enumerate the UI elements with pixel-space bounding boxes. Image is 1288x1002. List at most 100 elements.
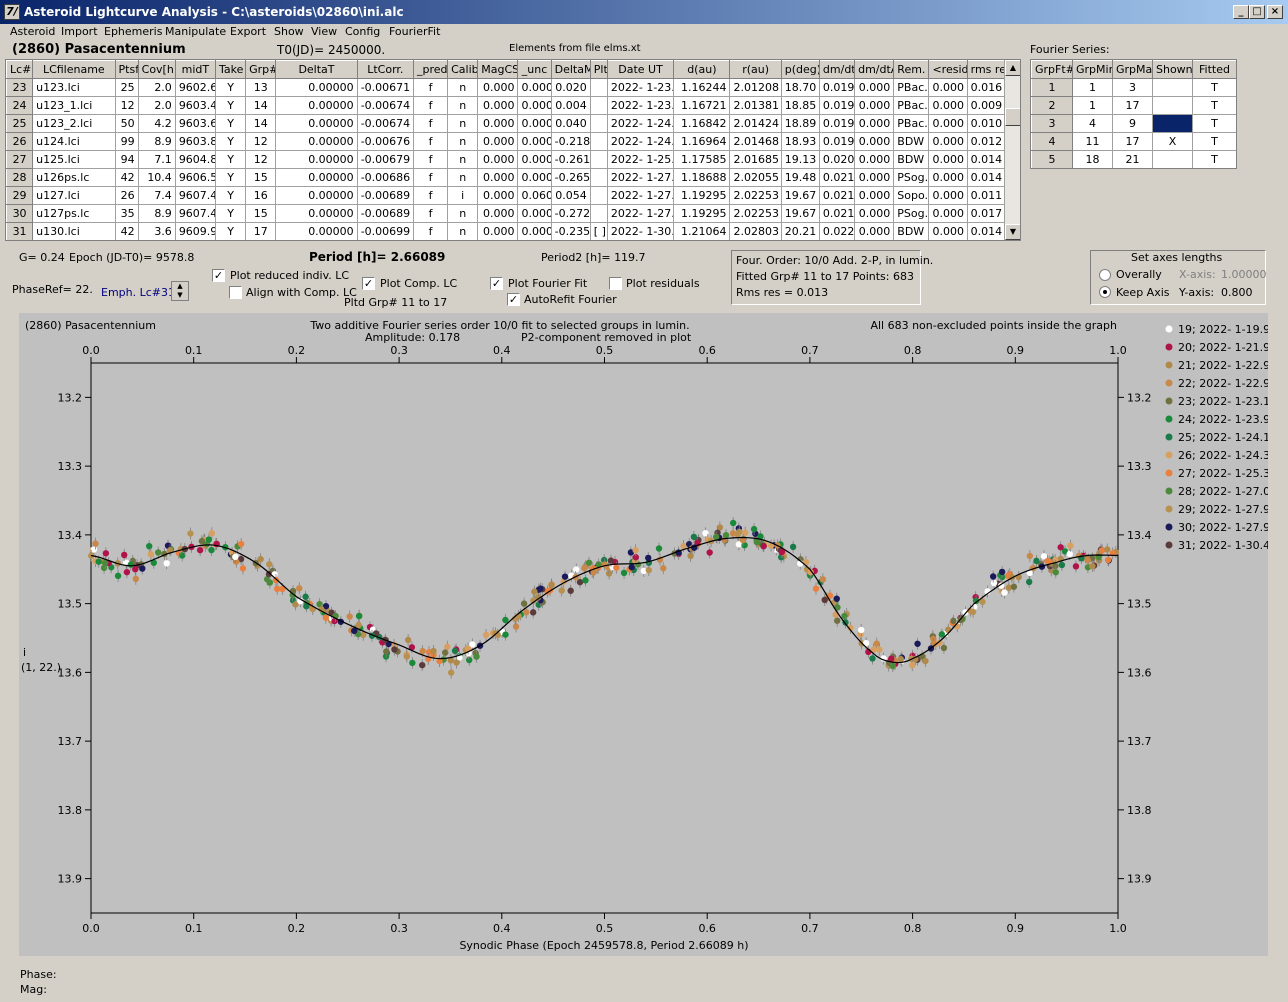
table-cell[interactable]: u125.lci [32, 150, 116, 169]
fourier-column-header[interactable]: GrpMin [1072, 60, 1113, 79]
fourier-cell[interactable]: 17 [1112, 132, 1153, 151]
table-cell[interactable]: 23 [6, 78, 34, 97]
scroll-up-arrow-icon[interactable]: ▲ [1005, 60, 1020, 76]
table-cell[interactable]: 0.000 [477, 186, 519, 205]
table-cell[interactable]: 94 [114, 150, 139, 169]
table-row[interactable]: 30 u127ps.lc 35 8.9 9607.4 Y 15 0.00000 -0.00689… [6, 204, 1007, 223]
column-header[interactable]: Rem. [893, 60, 930, 79]
table-cell[interactable]: 0.011 [966, 186, 1007, 205]
table-cell[interactable]: PBac... [893, 114, 930, 133]
table-cell[interactable]: 0.000 [477, 114, 519, 133]
table-cell[interactable]: 0.00000 [275, 222, 358, 240]
table-cell[interactable]: [ ] [589, 222, 608, 240]
close-button[interactable]: × [1267, 5, 1283, 19]
table-cell[interactable]: 0.000 [477, 78, 519, 97]
table-cell[interactable]: 0.000 [928, 186, 968, 205]
table-cell[interactable]: 7.1 [137, 150, 176, 169]
table-cell[interactable]: -0.00676 [356, 132, 414, 151]
fourier-cell[interactable]: 18 [1072, 150, 1113, 168]
table-cell[interactable]: 14 [245, 96, 277, 115]
table-cell[interactable]: 50 [114, 114, 139, 133]
menu-view[interactable]: View [311, 25, 337, 38]
table-cell[interactable]: 0.016 [966, 78, 1007, 97]
table-cell[interactable]: 1.17585 [673, 150, 731, 169]
table-cell[interactable]: 0.000 [517, 78, 552, 97]
column-header[interactable]: _unc [517, 60, 552, 79]
table-cell[interactable]: 2.0 [137, 78, 176, 97]
table-row[interactable]: 27 u125.lci 94 7.1 9604.8 Y 12 0.00000 -0.00679 f… [6, 150, 1007, 169]
table-cell[interactable]: Y [214, 150, 247, 169]
scroll-down-arrow-icon[interactable]: ▼ [1005, 224, 1020, 240]
table-cell[interactable]: 0.000 [854, 222, 895, 240]
table-cell[interactable] [589, 150, 608, 169]
table-cell[interactable]: 2.02253 [729, 186, 782, 205]
fourier-cell[interactable] [1152, 96, 1193, 115]
table-cell[interactable]: 19.13 [780, 150, 820, 169]
table-cell[interactable]: -0.00689 [356, 204, 414, 223]
table-cell[interactable]: 9609.9 [174, 222, 217, 240]
table-cell[interactable]: BDW [893, 222, 930, 240]
table-cell[interactable]: 42 [114, 168, 139, 187]
fourier-cell[interactable]: 21 [1112, 150, 1153, 168]
table-cell[interactable]: 12 [245, 150, 277, 169]
column-header[interactable]: MagCS [477, 60, 519, 79]
x-axis-value[interactable]: 1.00000 [1221, 268, 1267, 281]
column-header[interactable]: LCfilename [32, 60, 116, 79]
fourier-cell[interactable] [1152, 78, 1193, 97]
fourier-row[interactable]: 349 T [1031, 114, 1236, 133]
table-cell[interactable]: 1.19295 [673, 204, 731, 223]
table-cell[interactable]: u127ps.lc [32, 204, 116, 223]
table-cell[interactable]: 9607.4 [174, 186, 217, 205]
autorefit-checkbox[interactable]: ✓ [507, 293, 520, 306]
table-cell[interactable]: 28 [6, 168, 34, 187]
table-cell[interactable] [589, 114, 608, 133]
table-cell[interactable]: 0.000 [854, 204, 895, 223]
table-cell[interactable]: 9604.8 [174, 150, 217, 169]
fourier-cell[interactable]: 3 [1112, 78, 1153, 97]
menu-ephemeris[interactable]: Ephemeris [104, 25, 162, 38]
table-cell[interactable]: 2022- 1-23.9 [606, 96, 675, 115]
plot-comp-checkbox[interactable]: ✓ [362, 277, 375, 290]
table-cell[interactable]: 1.19295 [673, 186, 731, 205]
table-cell[interactable]: 0.000 [477, 96, 519, 115]
table-cell[interactable]: BDW [893, 150, 930, 169]
fourier-cell[interactable]: 4 [1072, 114, 1113, 133]
column-header[interactable]: d(au) [673, 60, 731, 79]
fourier-cell[interactable] [1152, 114, 1193, 133]
table-cell[interactable]: 15 [245, 204, 277, 223]
table-cell[interactable]: 2.02055 [729, 168, 782, 187]
table-cell[interactable]: f [412, 96, 449, 115]
table-cell[interactable]: f [412, 168, 449, 187]
table-cell[interactable]: u124.lci [32, 132, 116, 151]
column-header[interactable]: <resid> [928, 60, 968, 79]
table-cell[interactable]: 1.16842 [673, 114, 731, 133]
table-cell[interactable] [589, 168, 608, 187]
table-cell[interactable]: -0.00679 [356, 150, 414, 169]
table-cell[interactable]: 8.9 [137, 204, 176, 223]
table-cell[interactable]: 0.000 [854, 132, 895, 151]
plot-fourier-checkbox[interactable]: ✓ [490, 277, 503, 290]
fourier-cell[interactable]: X [1152, 132, 1193, 151]
table-cell[interactable]: 12 [114, 96, 139, 115]
table-cell[interactable]: 0.000 [517, 222, 552, 240]
table-cell[interactable]: 29 [6, 186, 34, 205]
table-cell[interactable]: Y [214, 222, 247, 240]
table-cell[interactable]: n [447, 150, 479, 169]
table-cell[interactable]: 26 [114, 186, 139, 205]
table-cell[interactable]: 19.67 [780, 204, 820, 223]
table-cell[interactable]: 0.021 [818, 204, 856, 223]
table-cell[interactable]: 1.16964 [673, 132, 731, 151]
plot-residuals-checkbox[interactable] [609, 277, 622, 290]
table-cell[interactable]: Y [214, 132, 247, 151]
table-cell[interactable]: f [412, 204, 449, 223]
table-cell[interactable]: f [412, 114, 449, 133]
table-cell[interactable]: 0.000 [517, 204, 552, 223]
table-cell[interactable]: 10.4 [137, 168, 176, 187]
table-cell[interactable]: 0.019 [818, 132, 856, 151]
table-cell[interactable]: 26 [6, 132, 34, 151]
table-cell[interactable]: 15 [245, 168, 277, 187]
table-cell[interactable]: n [447, 222, 479, 240]
table-cell[interactable]: 0.000 [517, 96, 552, 115]
table-cell[interactable] [589, 78, 608, 97]
column-header[interactable]: DeltaT [275, 60, 358, 79]
